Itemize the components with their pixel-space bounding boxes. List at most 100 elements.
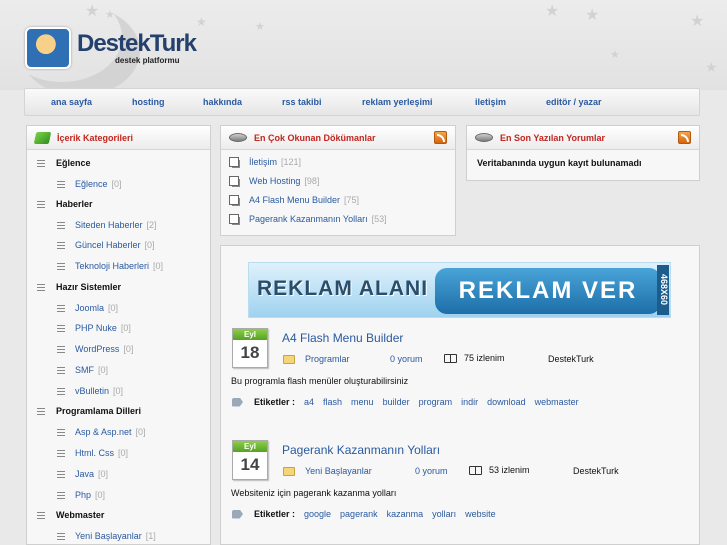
post-title[interactable]: Pagerank Kazanmanın Yolları [282, 443, 440, 457]
document-count: [75] [344, 195, 360, 205]
category-count: [0] [95, 490, 106, 500]
category-item[interactable]: vBulletin [0] [57, 384, 123, 398]
tag-link[interactable]: webmaster [535, 397, 579, 407]
list-icon [57, 262, 65, 270]
category-item[interactable]: Siteden Haberler [2] [57, 218, 157, 232]
category-group[interactable]: Programlama Dilleri [37, 404, 141, 418]
category-item[interactable]: Asp & Asp.net [0] [57, 425, 146, 439]
list-icon [57, 470, 65, 478]
category-group[interactable]: Eğlence [37, 156, 91, 170]
category-item[interactable]: Java [0] [57, 467, 108, 481]
star-icon: ★ [105, 9, 115, 21]
document-item[interactable]: A4 Flash Menu Builder [75] [229, 195, 359, 205]
category-item-label: Java [75, 469, 95, 479]
post-month: Eyl [233, 329, 267, 340]
category-item-label: Php [75, 490, 92, 500]
nav-item-reklam-yerlesimi[interactable]: reklam yerleşimi [362, 97, 433, 107]
nav-item-hosting[interactable]: hosting [132, 97, 165, 107]
category-group-label: Hazır Sistemler [56, 282, 122, 292]
post-category[interactable]: Programlar [283, 354, 350, 364]
post-description: Bu programla flash menüler oluşturabilir… [231, 376, 409, 386]
category-item[interactable]: Php [0] [57, 488, 105, 502]
post-title[interactable]: A4 Flash Menu Builder [282, 331, 403, 345]
document-icon [229, 176, 239, 186]
list-icon [57, 241, 65, 249]
post-category-label: Yeni Başlayanlar [305, 466, 372, 476]
latest-comments-title: En Son Yazılan Yorumlar [500, 132, 606, 143]
category-item-label: vBulletin [75, 386, 110, 396]
category-count: [0] [135, 427, 146, 437]
category-item[interactable]: Joomla [0] [57, 301, 118, 315]
document-item[interactable]: Pagerank Kazanmanın Yolları [53] [229, 214, 387, 224]
list-icon [37, 200, 45, 208]
nav-item-editor-yazar[interactable]: editör / yazar [546, 97, 602, 107]
site-logo[interactable]: DestekTurk destek platformu [25, 24, 215, 72]
tag-link[interactable]: flash [323, 397, 342, 407]
category-item[interactable]: WordPress [0] [57, 342, 133, 356]
nav-item-ana-sayfa[interactable]: ana sayfa [51, 97, 92, 107]
tag-link[interactable]: google [304, 509, 331, 519]
post-tags: Etiketler : a4 flash menu builder progra… [232, 397, 579, 407]
category-group[interactable]: Hazır Sistemler [37, 280, 121, 294]
category-item-label: PHP Nuke [75, 323, 117, 333]
post-comments[interactable]: 0 yorum [415, 466, 448, 476]
document-item[interactable]: Web Hosting [98] [229, 176, 319, 186]
category-group[interactable]: Webmaster [37, 508, 104, 522]
document-item[interactable]: İletişim [121] [229, 157, 301, 167]
tag-link[interactable]: indir [461, 397, 478, 407]
list-icon [37, 407, 45, 415]
post-category[interactable]: Yeni Başlayanlar [283, 466, 372, 476]
tag-link[interactable]: menu [351, 397, 374, 407]
category-item[interactable]: SMF [0] [57, 363, 108, 377]
list-icon [57, 449, 65, 457]
category-item[interactable]: Yeni Başlayanlar [1] [57, 529, 156, 543]
tag-link[interactable]: pagerank [340, 509, 378, 519]
mascot-icon [25, 27, 71, 69]
nav-item-iletisim[interactable]: iletişim [475, 97, 506, 107]
tag-link[interactable]: program [419, 397, 453, 407]
post-tags: Etiketler : google pagerank kazanma yoll… [232, 509, 496, 519]
post-comments[interactable]: 0 yorum [390, 354, 423, 364]
list-icon [57, 304, 65, 312]
post-category-label: Programlar [305, 354, 350, 364]
tag-link[interactable]: builder [383, 397, 410, 407]
category-group-label: Programlama Dilleri [56, 406, 142, 416]
post-comments-label: 0 yorum [415, 466, 448, 476]
category-group[interactable]: Haberler [37, 197, 93, 211]
tag-icon [232, 509, 243, 519]
category-item-label: Joomla [75, 303, 105, 313]
latest-comments-header: En Son Yazılan Yorumlar [467, 126, 699, 150]
rss-icon[interactable] [678, 131, 691, 144]
post-month: Eyl [233, 441, 267, 452]
list-icon [37, 283, 45, 291]
ad-banner[interactable]: REKLAM ALANI REKLAM VER 468X60 [248, 262, 671, 318]
nav-item-rss-takibi[interactable]: rss takibi [282, 97, 322, 107]
tag-link[interactable]: kazanma [387, 509, 424, 519]
post-comments-label: 0 yorum [390, 354, 423, 364]
tag-link[interactable]: yolları [432, 509, 456, 519]
tag-link[interactable]: website [465, 509, 496, 519]
list-icon [57, 428, 65, 436]
category-count: [0] [120, 323, 131, 333]
book-icon [469, 465, 482, 475]
category-group-label: Eğlence [56, 158, 91, 168]
category-item[interactable]: PHP Nuke [0] [57, 321, 131, 335]
post-views: 53 izlenim [469, 465, 530, 475]
tag-link[interactable]: a4 [304, 397, 314, 407]
document-icon [229, 195, 239, 205]
category-item-label: WordPress [75, 344, 120, 354]
category-item-label: Siteden Haberler [75, 220, 143, 230]
category-item[interactable]: Eğlence [0] [57, 177, 122, 191]
category-count: [0] [111, 179, 122, 189]
star-icon: ★ [85, 3, 100, 20]
list-icon [57, 324, 65, 332]
nav-item-hakkinda[interactable]: hakkında [203, 97, 242, 107]
document-icon [229, 214, 239, 224]
tag-link[interactable]: download [487, 397, 526, 407]
category-item[interactable]: Güncel Haberler [0] [57, 238, 155, 252]
category-item[interactable]: Teknoloji Haberleri [0] [57, 259, 163, 273]
document-icon [229, 157, 239, 167]
category-item[interactable]: Html. Css [0] [57, 446, 128, 460]
rss-icon[interactable] [434, 131, 447, 144]
category-count: [0] [118, 448, 129, 458]
